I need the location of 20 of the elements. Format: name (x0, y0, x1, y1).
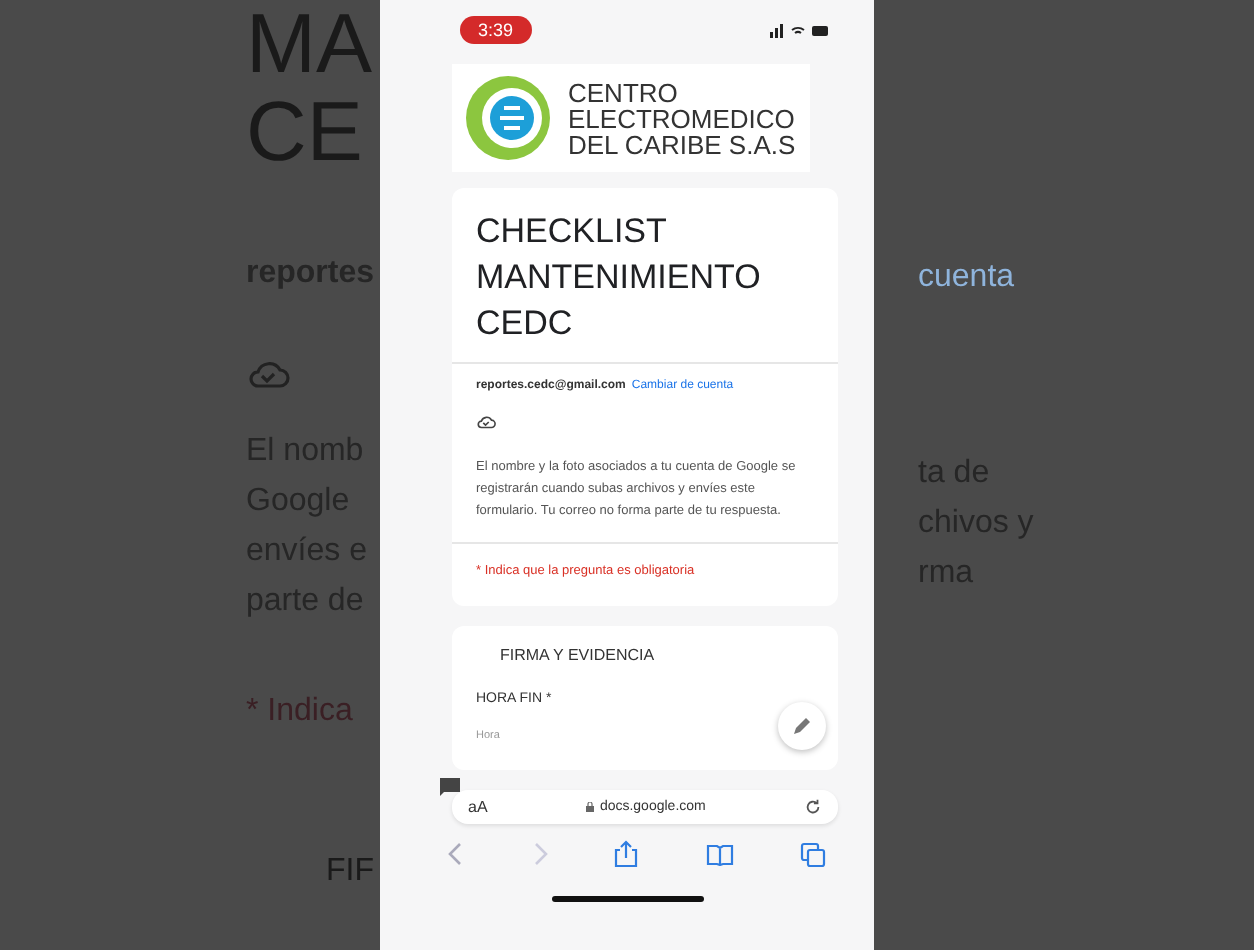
edit-button[interactable] (778, 702, 826, 750)
banner-line: ELECTROMEDICO (568, 105, 796, 131)
back-button[interactable] (448, 842, 464, 866)
share-button[interactable] (614, 840, 638, 868)
section-title: FIRMA Y EVIDENCIA (498, 646, 657, 664)
status-time: 3:39 (460, 16, 532, 44)
bookmarks-button[interactable] (705, 843, 733, 865)
pencil-icon (792, 716, 812, 736)
cloud-check-icon (476, 414, 496, 430)
reload-icon[interactable] (804, 798, 822, 816)
logo-icon (460, 72, 556, 164)
form-title: CHECKLIST MANTENIMIENTO CEDC (452, 188, 838, 364)
banner-line: DEL CARIBE S.A.S (568, 131, 796, 157)
banner-line: CENTRO (568, 79, 680, 105)
feedback-icon[interactable] (440, 778, 460, 796)
cloud-check-icon (246, 358, 290, 390)
status-icons (770, 22, 830, 38)
lock-icon (585, 802, 594, 812)
tabs-button[interactable] (800, 841, 826, 867)
text-size-button[interactable]: aA (468, 798, 488, 816)
